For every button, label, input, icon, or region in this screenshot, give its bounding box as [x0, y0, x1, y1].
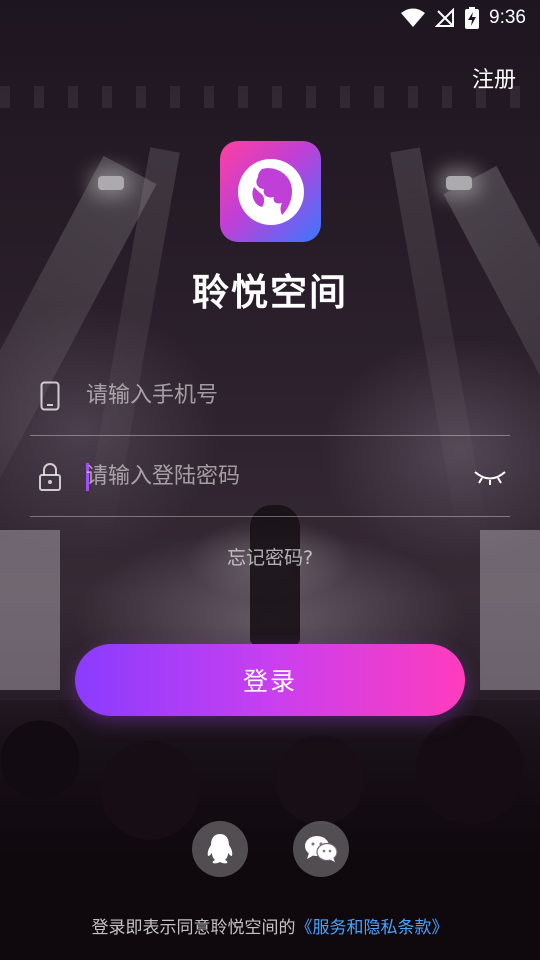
qq-login-button[interactable]	[192, 821, 248, 877]
register-button[interactable]: 注册	[472, 62, 516, 94]
phone-input[interactable]	[86, 383, 510, 408]
app-title: 聆悦空间	[192, 271, 348, 314]
login-button[interactable]: 登录	[75, 644, 465, 716]
app-logo	[220, 141, 321, 242]
agreement-text: 登录即表示同意聆悦空间的《服务和隐私条款》	[0, 913, 540, 938]
status-bar: 9:36	[0, 0, 540, 36]
password-field	[30, 437, 510, 517]
wechat-icon	[305, 836, 338, 862]
lock-icon	[30, 462, 70, 492]
forgot-password-link[interactable]: 忘记密码?	[0, 543, 540, 570]
terms-link[interactable]: 《服务和隐私条款》	[296, 918, 449, 938]
phone-icon	[30, 381, 70, 411]
phone-field	[30, 356, 510, 436]
agreement-prefix: 登录即表示同意聆悦空间的	[91, 918, 296, 938]
battery-charging-icon	[465, 7, 480, 29]
qq-icon	[207, 834, 233, 864]
wifi-icon	[401, 8, 426, 28]
clock: 9:36	[489, 7, 526, 28]
eye-closed-icon[interactable]	[470, 467, 510, 487]
no-signal-icon	[435, 8, 455, 28]
listening-face-icon	[237, 158, 304, 225]
wechat-login-button[interactable]	[293, 821, 349, 877]
password-input[interactable]	[86, 464, 470, 489]
